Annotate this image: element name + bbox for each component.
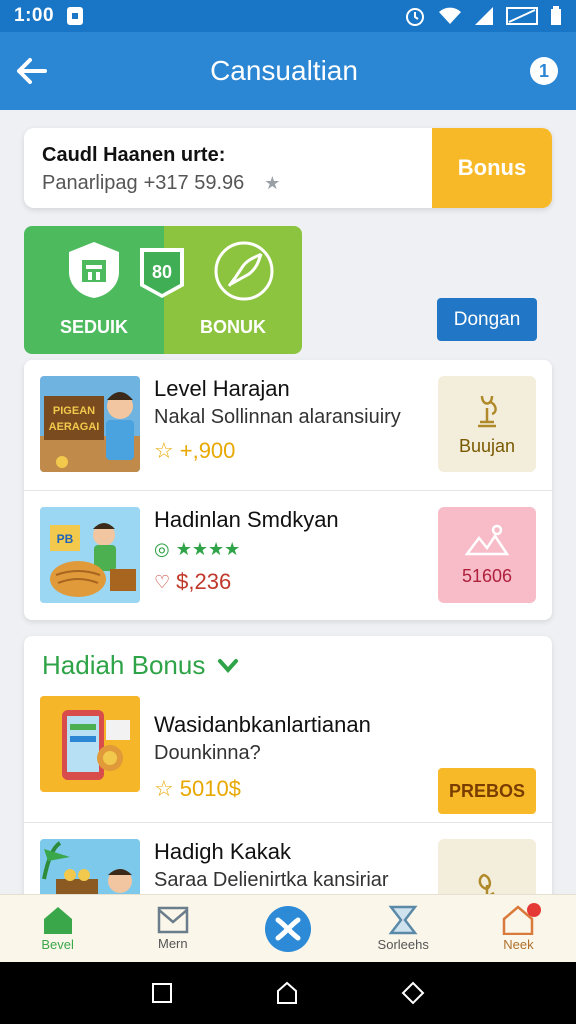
game-thumbnail	[40, 696, 140, 792]
bottom-navigation: Bevel Mern Sorleehs Neek	[0, 894, 576, 962]
list-item-points-value: 5010$	[179, 776, 241, 801]
list-item[interactable]: Hadigh Kakak Saraa Delienirtka kansiriar	[24, 822, 552, 894]
list-item[interactable]: PIGEAN AERAGAI Level Harajan Nakal Solli…	[24, 360, 552, 490]
center-action-icon	[265, 905, 311, 952]
svg-text:PB: PB	[57, 532, 74, 546]
list-item-points-value: +,900	[179, 438, 236, 463]
rocket-icon	[213, 240, 275, 307]
item-list: PIGEAN AERAGAI Level Harajan Nakal Solli…	[24, 360, 552, 620]
badge-icon: 80	[136, 244, 188, 300]
game-thumbnail: PB	[40, 507, 140, 603]
nav-label: Mern	[157, 936, 188, 951]
promo-left-label: SEDUIK	[59, 317, 128, 337]
svg-text:AERAGAI: AERAGAI	[49, 421, 100, 433]
nav-label: Sorleehs	[377, 937, 429, 952]
game-thumbnail: PIGEAN AERAGAI	[40, 376, 140, 472]
list-item[interactable]: Wasidanbkanlartianan Dounkinna? ☆ 5010$ …	[24, 686, 552, 814]
summary-card: Caudl Haanen urte: Panarlipag +317 59.96…	[24, 128, 552, 208]
nav-item-notifications[interactable]: Neek	[461, 895, 576, 962]
page-title: Cansualtian	[210, 55, 358, 86]
status-time: 1:00	[14, 5, 55, 26]
shield-icon	[67, 240, 121, 305]
list-item-stars: ★★★★	[175, 539, 241, 559]
dongan-button[interactable]: Dongan	[437, 298, 537, 341]
trophy-icon	[478, 395, 497, 427]
summary-title: Caudl Haanen urte:	[42, 144, 226, 166]
home-button-icon[interactable]	[275, 981, 299, 1005]
game-thumbnail	[40, 839, 140, 894]
list-item-subtitle: Dounkinna?	[154, 742, 261, 764]
nav-label: Neek	[503, 937, 534, 952]
summary-line: Panarlipag +317 59.96 ★	[42, 172, 280, 195]
list-item-price: ♡ $,236	[154, 569, 231, 595]
summary-line-value: +317 59.96	[143, 172, 245, 194]
battery-icon	[550, 6, 562, 26]
star-icon: ★	[264, 173, 281, 193]
heart-icon: ♡	[154, 571, 171, 592]
list-item[interactable]: PB Hadinlan Smdkyan ◎ ★★★★ ♡ $,236 51606	[24, 490, 552, 620]
notification-dot	[526, 903, 541, 917]
info-button[interactable]: 1	[512, 32, 576, 110]
system-navigation-bar	[0, 962, 576, 1024]
promo-right-label: BONUK	[200, 317, 266, 337]
list-item-points: ☆ 5010$	[154, 776, 241, 802]
list-item-action-button[interactable]: Buujan	[438, 376, 536, 472]
bonus-section: Hadiah Bonus Wasidanbkanlartianan Dounki…	[24, 636, 552, 894]
list-item-action-button[interactable]: 51606	[438, 507, 536, 603]
list-item-title: Hadinlan Smdkyan	[154, 507, 339, 532]
chevron-down-icon[interactable]	[217, 657, 239, 675]
arrow-left-icon	[17, 58, 47, 84]
summary-line-prefix: Panarlipag	[42, 172, 138, 194]
list-item-title: Wasidanbkanlartianan	[154, 712, 371, 737]
list-item-subtitle: Saraa Delienirtka kansiriar	[154, 869, 389, 891]
main-content: Caudl Haanen urte: Panarlipag +317 59.96…	[0, 110, 576, 894]
lock-notification-icon	[66, 6, 84, 26]
svg-text:PIGEAN: PIGEAN	[53, 405, 95, 417]
screen-icon	[506, 7, 538, 25]
home-icon	[43, 907, 72, 934]
mountain-icon	[465, 524, 509, 555]
plant-icon	[478, 873, 495, 894]
list-item-action-label: Buujan	[458, 435, 516, 456]
check-circle-icon: ◎	[154, 539, 170, 559]
prebos-button[interactable]: PREBOS	[438, 768, 536, 814]
recents-icon[interactable]	[151, 982, 173, 1004]
list-item-subtitle: Nakal Sollinnan alaransiuiry	[154, 406, 401, 428]
bonus-button[interactable]: Bonus	[432, 128, 552, 208]
list-item-action-label: 51606	[461, 565, 513, 586]
nav-item-mail[interactable]: Mern	[115, 895, 230, 962]
wifi-icon	[438, 6, 462, 26]
list-item-action-button[interactable]	[438, 839, 536, 894]
info-icon: 1	[530, 57, 558, 85]
section-title-text: Hadiah Bonus	[42, 650, 206, 680]
list-item-points: ☆ +,900	[154, 438, 235, 464]
list-item-price-value: $,236	[176, 569, 232, 594]
svg-text:80: 80	[152, 262, 172, 282]
list-item-title: Hadigh Kakak	[154, 839, 291, 864]
star-icon: ☆	[154, 776, 174, 801]
mail-icon	[157, 906, 189, 934]
status-bar: 1:00	[0, 0, 576, 32]
signal-icon	[474, 6, 494, 26]
list-item-title: Level Harajan	[154, 376, 290, 401]
nav-item-center[interactable]	[230, 895, 345, 962]
list-item-rating: ◎ ★★★★	[154, 539, 240, 560]
alarm-icon	[404, 5, 426, 27]
app-bar: Cansualtian 1	[0, 32, 576, 110]
section-title: Hadiah Bonus	[42, 650, 239, 681]
star-icon: ☆	[154, 438, 174, 463]
hourglass-icon	[388, 905, 418, 935]
nav-label: Bevel	[41, 937, 74, 952]
nav-item-home[interactable]: Bevel	[0, 895, 115, 962]
back-button[interactable]	[0, 32, 64, 110]
promo-banner[interactable]: SEDUIK BONUK 80	[24, 226, 302, 354]
nav-item-search[interactable]: Sorleehs	[346, 895, 461, 962]
back-nav-icon[interactable]	[401, 981, 425, 1005]
